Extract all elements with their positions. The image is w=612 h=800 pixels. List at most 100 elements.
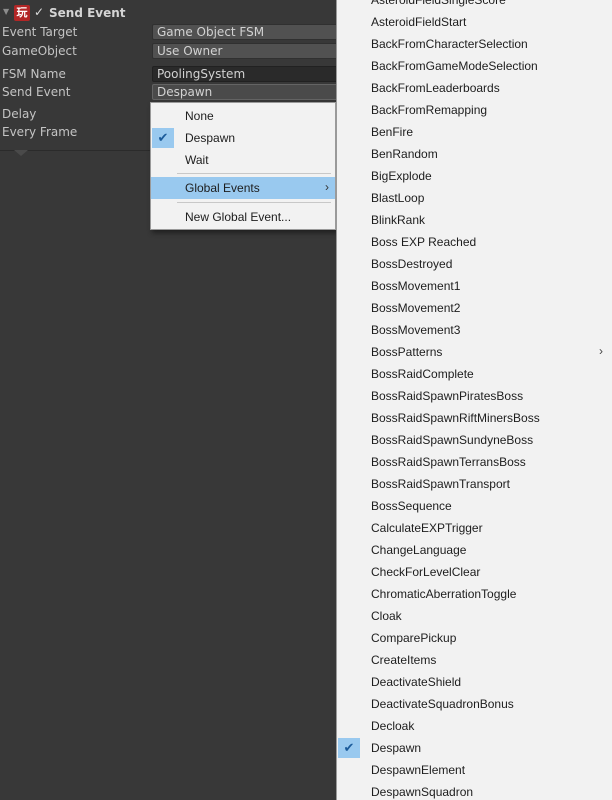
global-event-label: BossRaidComplete: [371, 367, 474, 381]
event-target-dropdown[interactable]: Game Object FSM: [152, 24, 340, 40]
global-events-submenu: AsteroidFieldSingleScore AsteroidFieldSta…: [336, 0, 612, 800]
game-object-label: GameObject: [2, 44, 77, 58]
global-event-label: BossMovement2: [371, 301, 461, 315]
global-event-item[interactable]: BackFromGameModeSelection: [337, 55, 612, 77]
menu-item-label: New Global Event...: [185, 210, 292, 224]
menu-item-wait[interactable]: Wait: [151, 149, 335, 171]
global-event-label: BossRaidSpawnSundyneBoss: [371, 433, 534, 447]
global-event-item[interactable]: BossMovement2: [337, 297, 612, 319]
playmaker-logo-icon: 玩: [14, 5, 30, 21]
global-event-item[interactable]: BossRaidSpawnSundyneBoss: [337, 429, 612, 451]
global-event-label: ComparePickup: [371, 631, 457, 645]
global-event-item[interactable]: BossSequence: [337, 495, 612, 517]
global-event-item[interactable]: BossDestroyed: [337, 253, 612, 275]
global-event-label: ChromaticAberrationToggle: [371, 587, 517, 601]
global-event-item[interactable]: ComparePickup: [337, 627, 612, 649]
global-event-label: AsteroidFieldSingleScore: [371, 0, 506, 7]
global-event-item[interactable]: BlinkRank: [337, 209, 612, 231]
global-event-item[interactable]: BossPatterns ›: [337, 341, 612, 363]
menu-item-despawn[interactable]: ✔ Despawn: [151, 127, 335, 149]
fsm-name-field[interactable]: PoolingSystem: [152, 66, 340, 82]
global-event-item[interactable]: AsteroidFieldSingleScore: [337, 0, 612, 11]
global-event-label: Boss EXP Reached: [371, 235, 477, 249]
global-event-label: BigExplode: [371, 169, 432, 183]
delay-label: Delay: [2, 107, 37, 121]
global-event-label: BlastLoop: [371, 191, 425, 205]
send-event-menu: None ✔ Despawn Wait Global Events › New …: [150, 102, 336, 230]
menu-item-new-global-event[interactable]: New Global Event...: [151, 206, 335, 228]
menu-item-label: None: [185, 109, 214, 123]
global-event-item[interactable]: BackFromRemapping: [337, 99, 612, 121]
global-event-label: DespawnSquadron: [371, 785, 474, 799]
global-event-item[interactable]: BlastLoop: [337, 187, 612, 209]
global-event-item[interactable]: Boss EXP Reached: [337, 231, 612, 253]
global-event-item[interactable]: CreateItems: [337, 649, 612, 671]
global-event-item[interactable]: BossRaidSpawnTerransBoss: [337, 451, 612, 473]
global-event-item[interactable]: BossRaidSpawnTransport: [337, 473, 612, 495]
global-event-label: CreateItems: [371, 653, 437, 667]
global-event-item[interactable]: DeactivateShield: [337, 671, 612, 693]
global-event-label: BenRandom: [371, 147, 438, 161]
global-event-item[interactable]: BossRaidComplete: [337, 363, 612, 385]
global-event-label: Decloak: [371, 719, 415, 733]
action-enabled-checkbox[interactable]: ✓: [34, 5, 44, 19]
checkmark-icon: ✔: [152, 128, 174, 148]
game-object-row: GameObject Use Owner: [0, 43, 340, 61]
global-event-label: Cloak: [371, 609, 402, 623]
global-event-item[interactable]: BossMovement3: [337, 319, 612, 341]
action-header[interactable]: ▼ 玩 ✓ Send Event: [0, 4, 340, 22]
menu-separator: [177, 202, 331, 203]
global-event-item[interactable]: ChangeLanguage: [337, 539, 612, 561]
global-event-label: BossMovement1: [371, 279, 461, 293]
global-event-label: BenFire: [371, 125, 414, 139]
global-event-item[interactable]: BossMovement1: [337, 275, 612, 297]
fsm-name-row: FSM Name PoolingSystem: [0, 66, 340, 84]
global-event-label: BackFromCharacterSelection: [371, 37, 528, 51]
global-event-item[interactable]: Cloak: [337, 605, 612, 627]
global-event-label: BlinkRank: [371, 213, 426, 227]
event-target-row: Event Target Game Object FSM: [0, 24, 340, 42]
global-event-label: BossSequence: [371, 499, 452, 513]
global-event-item[interactable]: BigExplode: [337, 165, 612, 187]
global-event-label: BossRaidSpawnTerransBoss: [371, 455, 526, 469]
global-event-item[interactable]: BossRaidSpawnPiratesBoss: [337, 385, 612, 407]
global-event-label: BossPatterns: [371, 345, 443, 359]
menu-item-global-events[interactable]: Global Events ›: [151, 177, 335, 199]
global-event-label: ChangeLanguage: [371, 543, 467, 557]
event-target-label: Event Target: [2, 25, 78, 39]
global-event-label: BossMovement3: [371, 323, 461, 337]
send-event-dropdown[interactable]: Despawn: [152, 84, 340, 100]
global-event-item[interactable]: DespawnElement: [337, 759, 612, 781]
global-event-item[interactable]: ChromaticAberrationToggle: [337, 583, 612, 605]
global-event-label: DeactivateShield: [371, 675, 462, 689]
global-event-item[interactable]: Decloak: [337, 715, 612, 737]
global-event-label: CheckForLevelClear: [371, 565, 481, 579]
global-event-item[interactable]: DeactivateSquadronBonus: [337, 693, 612, 715]
global-event-item[interactable]: BenFire: [337, 121, 612, 143]
global-event-item[interactable]: ✔ Despawn: [337, 737, 612, 759]
global-event-item[interactable]: AsteroidFieldStart: [337, 11, 612, 33]
menu-item-label: Despawn: [185, 131, 236, 145]
global-event-item[interactable]: BackFromCharacterSelection: [337, 33, 612, 55]
separator-notch-icon: [14, 150, 28, 156]
global-event-item[interactable]: BackFromLeaderboards: [337, 77, 612, 99]
global-event-label: CalculateEXPTrigger: [371, 521, 483, 535]
global-event-item[interactable]: DespawnSquadron: [337, 781, 612, 800]
global-event-item[interactable]: CheckForLevelClear: [337, 561, 612, 583]
global-event-label: BackFromLeaderboards: [371, 81, 500, 95]
submenu-arrow-icon: ›: [599, 344, 603, 358]
global-event-label: BackFromRemapping: [371, 103, 488, 117]
menu-item-none[interactable]: None: [151, 105, 335, 127]
submenu-arrow-icon: ›: [325, 180, 329, 194]
global-event-label: Despawn: [371, 741, 422, 755]
global-event-item[interactable]: BossRaidSpawnRiftMinersBoss: [337, 407, 612, 429]
global-event-label: BackFromGameModeSelection: [371, 59, 538, 73]
global-event-label: BossRaidSpawnRiftMinersBoss: [371, 411, 540, 425]
global-event-item[interactable]: BenRandom: [337, 143, 612, 165]
game-object-dropdown[interactable]: Use Owner: [152, 43, 340, 59]
foldout-arrow-icon[interactable]: ▼: [3, 7, 9, 16]
menu-separator: [177, 173, 331, 174]
fsm-name-label: FSM Name: [2, 67, 66, 81]
menu-item-label: Global Events: [185, 181, 260, 195]
global-event-item[interactable]: CalculateEXPTrigger: [337, 517, 612, 539]
